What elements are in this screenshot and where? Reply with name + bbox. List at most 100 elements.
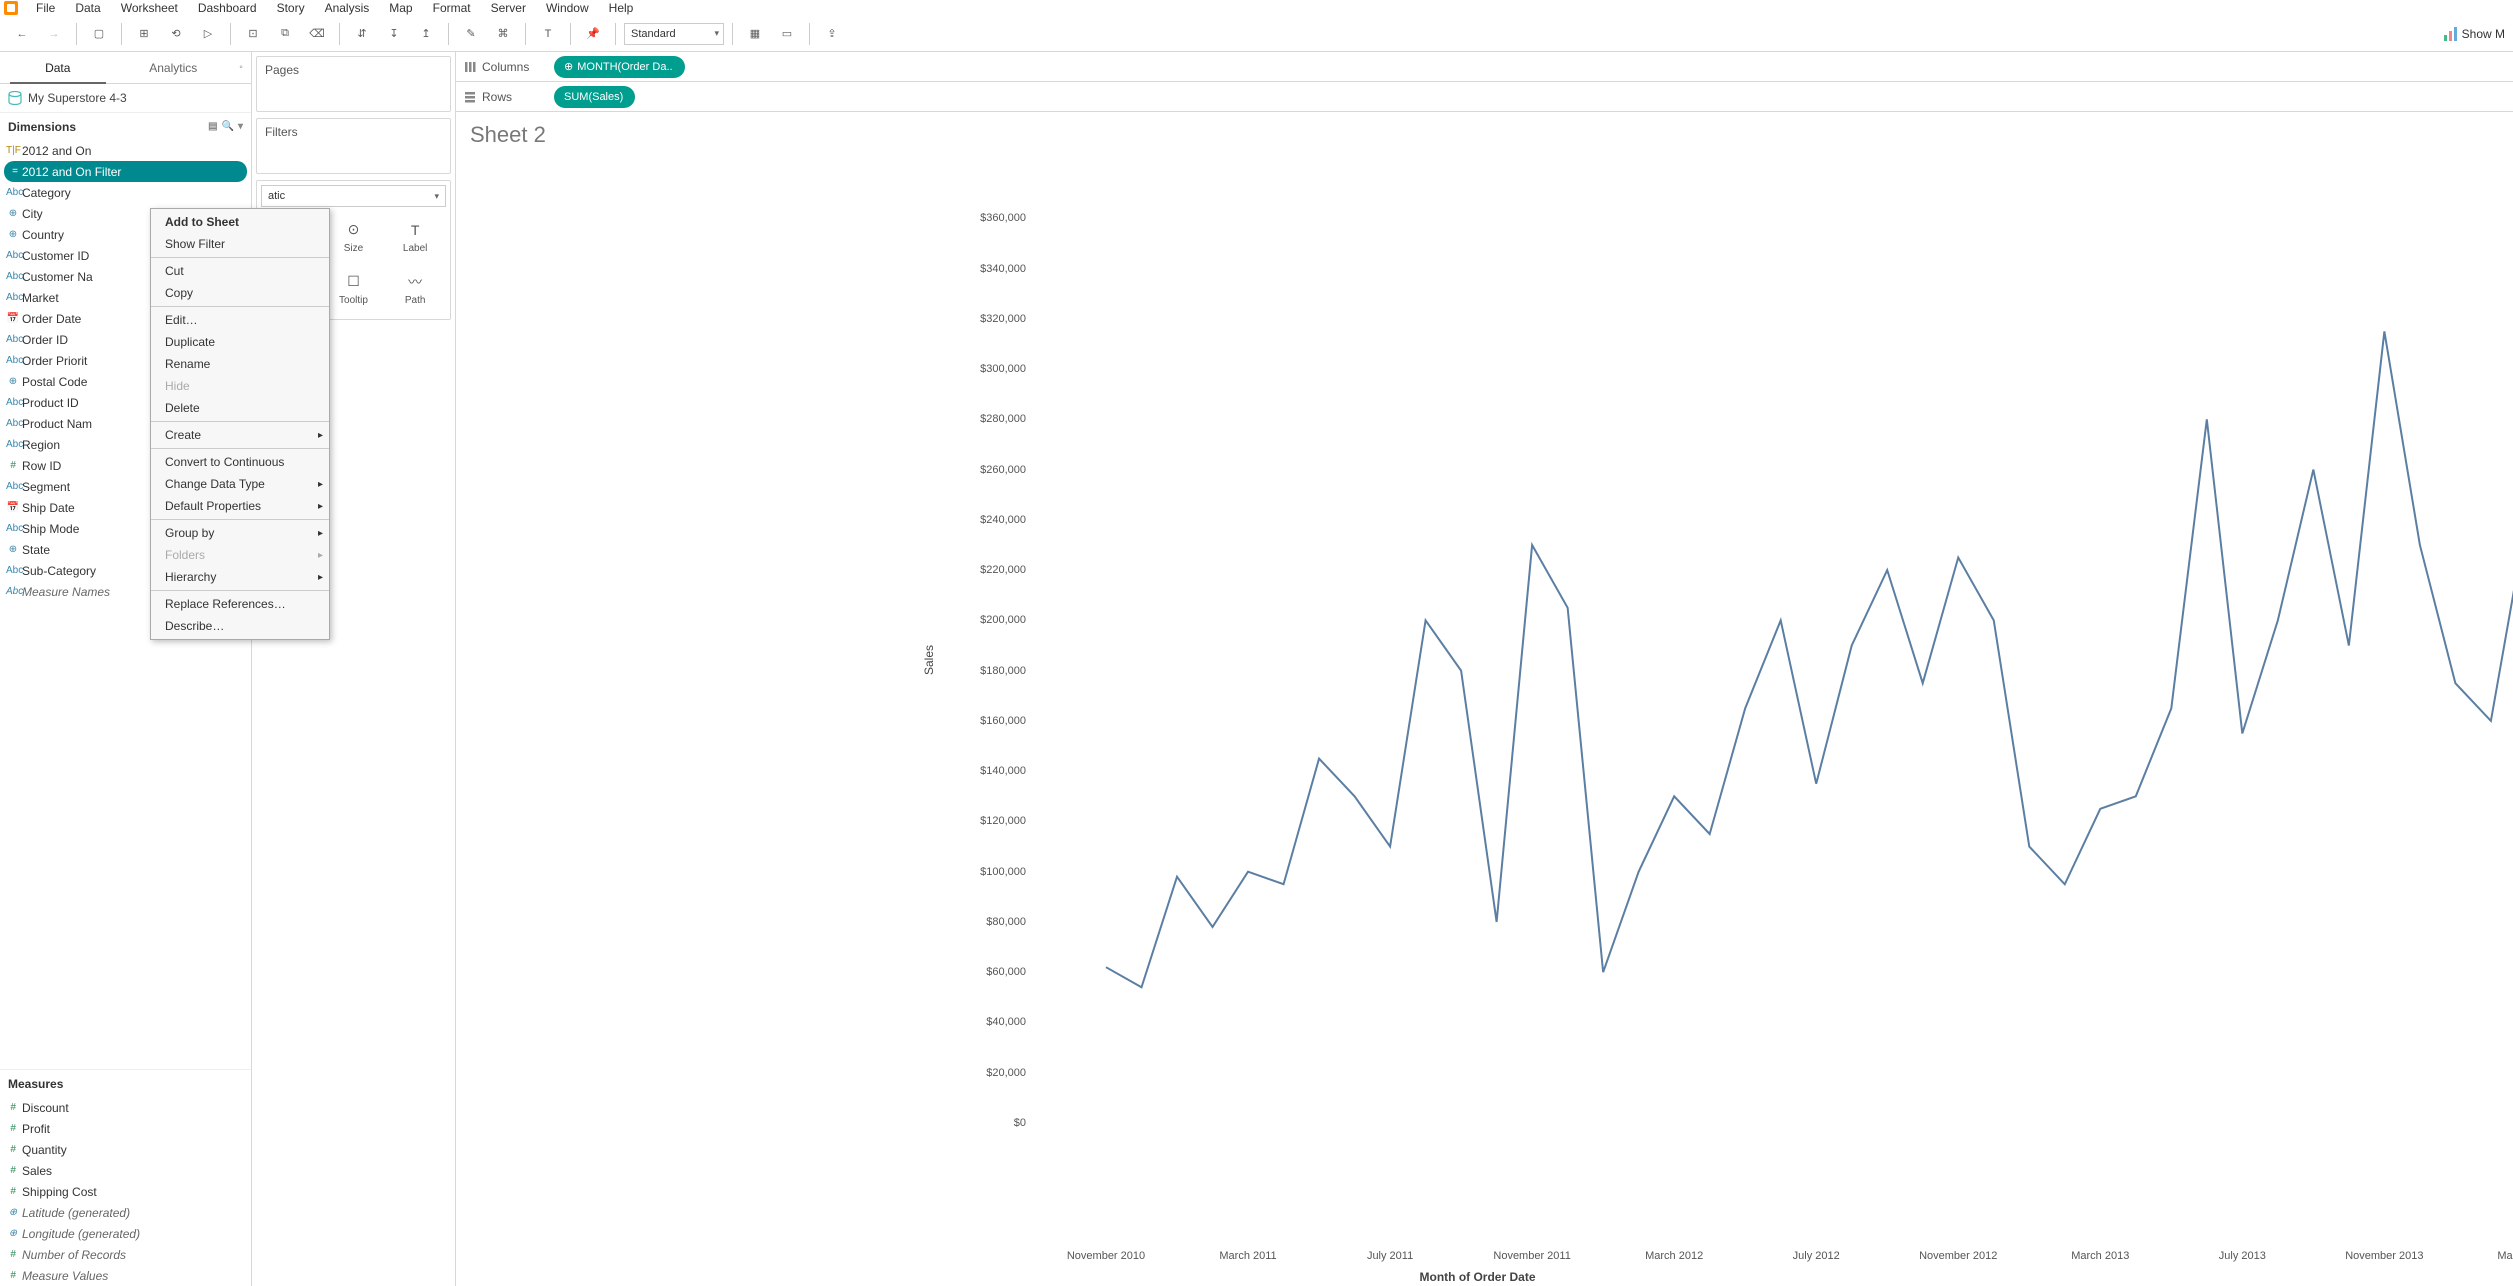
mark-type-select[interactable]: atic — [261, 185, 446, 207]
field-category[interactable]: AbcCategory — [0, 182, 251, 203]
totals-button[interactable]: T — [534, 21, 562, 47]
field-discount[interactable]: #Discount — [0, 1097, 251, 1118]
ctx-delete[interactable]: Delete — [151, 397, 329, 419]
menu-worksheet[interactable]: Worksheet — [111, 1, 188, 15]
geo-type-icon: ⊕ — [6, 229, 20, 240]
data-source[interactable]: My Superstore 4-3 — [0, 84, 251, 112]
view-as-icon[interactable]: ▤ — [208, 121, 217, 132]
rows-pill[interactable]: SUM(Sales) — [554, 86, 635, 108]
x-tick: November 2010 — [1067, 1250, 1145, 1262]
field-2012-and-on-filter[interactable]: =2012 and On Filter — [4, 161, 247, 182]
ctx-default-properties[interactable]: Default Properties — [151, 495, 329, 517]
y-tick: $180,000 — [980, 665, 1026, 677]
y-tick: $100,000 — [980, 866, 1026, 878]
rows-shelf[interactable]: Rows SUM(Sales) — [456, 82, 2513, 112]
menu-icon[interactable]: ▾ — [238, 121, 243, 132]
ctx-show-filter[interactable]: Show Filter — [151, 233, 329, 255]
y-tick: $320,000 — [980, 313, 1026, 325]
save-button[interactable]: ▢ — [85, 21, 113, 47]
run-button[interactable]: ▷ — [194, 21, 222, 47]
menu-help[interactable]: Help — [599, 1, 644, 15]
field-number-of-records[interactable]: #Number of Records — [0, 1244, 251, 1265]
swap-button[interactable]: ⇵ — [348, 21, 376, 47]
columns-pill[interactable]: ⊕ MONTH(Order Da.. — [554, 56, 685, 78]
ctx-replace-references-[interactable]: Replace References… — [151, 593, 329, 615]
filters-card[interactable]: Filters — [256, 118, 451, 174]
show-me-label: Show M — [2462, 27, 2505, 41]
analytics-tab[interactable]: Analytics — [116, 52, 232, 83]
menu-file[interactable]: File — [26, 1, 65, 15]
ctx-convert-to-continuous[interactable]: Convert to Continuous — [151, 451, 329, 473]
size-button[interactable]: ⊙Size — [323, 211, 385, 263]
field-shipping-cost[interactable]: #Shipping Cost — [0, 1181, 251, 1202]
chart[interactable]: Sales Month of Order Date $360,000$340,0… — [456, 158, 2499, 1286]
menu-window[interactable]: Window — [536, 1, 599, 15]
field-measure-values[interactable]: #Measure Values — [0, 1265, 251, 1286]
str-type-icon: Abc — [6, 397, 20, 408]
ctx-folders: Folders — [151, 544, 329, 566]
ctx-cut[interactable]: Cut — [151, 260, 329, 282]
highlight-button[interactable]: ✎ — [457, 21, 485, 47]
menu-data[interactable]: Data — [65, 1, 110, 15]
ctx-group-by[interactable]: Group by — [151, 522, 329, 544]
group-button[interactable]: ⌘ — [489, 21, 517, 47]
ctx-rename[interactable]: Rename — [151, 353, 329, 375]
field-sales[interactable]: #Sales — [0, 1160, 251, 1181]
field-longitude-generated-[interactable]: ⊕Longitude (generated) — [0, 1223, 251, 1244]
num-type-icon: # — [6, 1123, 20, 1134]
menu-analysis[interactable]: Analysis — [315, 1, 380, 15]
new-worksheet-button[interactable]: ⊡ — [239, 21, 267, 47]
sort-asc-button[interactable]: ↧ — [380, 21, 408, 47]
str-type-icon: Abc — [6, 439, 20, 450]
field-quantity[interactable]: #Quantity — [0, 1139, 251, 1160]
ctx-change-data-type[interactable]: Change Data Type — [151, 473, 329, 495]
field-2012-and-on[interactable]: T|F2012 and On — [0, 140, 251, 161]
pages-card[interactable]: Pages — [256, 56, 451, 112]
ctx-duplicate[interactable]: Duplicate — [151, 331, 329, 353]
label-button[interactable]: TLabel — [384, 211, 446, 263]
ctx-hierarchy[interactable]: Hierarchy — [151, 566, 329, 588]
find-icon[interactable]: 🔍 — [222, 121, 234, 132]
pin-button[interactable]: 📌 — [579, 21, 607, 47]
field-latitude-generated-[interactable]: ⊕Latitude (generated) — [0, 1202, 251, 1223]
x-tick: November 2011 — [1493, 1250, 1570, 1262]
columns-shelf[interactable]: Columns ⊕ MONTH(Order Da.. — [456, 52, 2513, 82]
auto-update-button[interactable]: ⟲ — [162, 21, 190, 47]
num-type-icon: # — [6, 460, 20, 471]
line-series[interactable] — [1106, 181, 2513, 988]
ctx-describe-[interactable]: Describe… — [151, 615, 329, 637]
fit-select[interactable]: Standard — [624, 23, 724, 45]
str-type-icon: Abc — [6, 334, 20, 345]
tooltip-button[interactable]: ☐Tooltip — [323, 263, 385, 315]
pane-options-icon[interactable]: ◦ — [231, 52, 251, 83]
view-cards-button[interactable]: ▦ — [741, 21, 769, 47]
str-type-icon: Abc — [6, 292, 20, 303]
str-type-icon: Abc — [6, 187, 20, 198]
presentation-button[interactable]: ▭ — [773, 21, 801, 47]
datasource-icon — [8, 91, 22, 105]
new-datasource-button[interactable]: ⊞ — [130, 21, 158, 47]
ctx-create[interactable]: Create — [151, 424, 329, 446]
menu-server[interactable]: Server — [481, 1, 536, 15]
ctx-add-to-sheet[interactable]: Add to Sheet — [151, 211, 329, 233]
data-tab[interactable]: Data — [0, 52, 116, 83]
show-me-button[interactable]: Show M — [2444, 27, 2505, 41]
menu-format[interactable]: Format — [423, 1, 481, 15]
field-profit[interactable]: #Profit — [0, 1118, 251, 1139]
path-button[interactable]: 〰Path — [384, 263, 446, 315]
pages-title: Pages — [257, 57, 450, 83]
share-button[interactable]: ⇪ — [818, 21, 846, 47]
back-button[interactable]: ← — [8, 21, 36, 47]
sort-desc-button[interactable]: ↥ — [412, 21, 440, 47]
menu-dashboard[interactable]: Dashboard — [188, 1, 267, 15]
menu-story[interactable]: Story — [267, 1, 315, 15]
x-tick: July 2013 — [2219, 1250, 2266, 1262]
tableau-logo-icon — [4, 1, 18, 15]
duplicate-button[interactable]: ⧉ — [271, 21, 299, 47]
ctx-copy[interactable]: Copy — [151, 282, 329, 304]
forward-button[interactable]: → — [40, 21, 68, 47]
ctx-edit-[interactable]: Edit… — [151, 309, 329, 331]
sheet-title[interactable]: Sheet 2 — [456, 112, 2513, 158]
clear-button[interactable]: ⌫ — [303, 21, 331, 47]
menu-map[interactable]: Map — [379, 1, 422, 15]
